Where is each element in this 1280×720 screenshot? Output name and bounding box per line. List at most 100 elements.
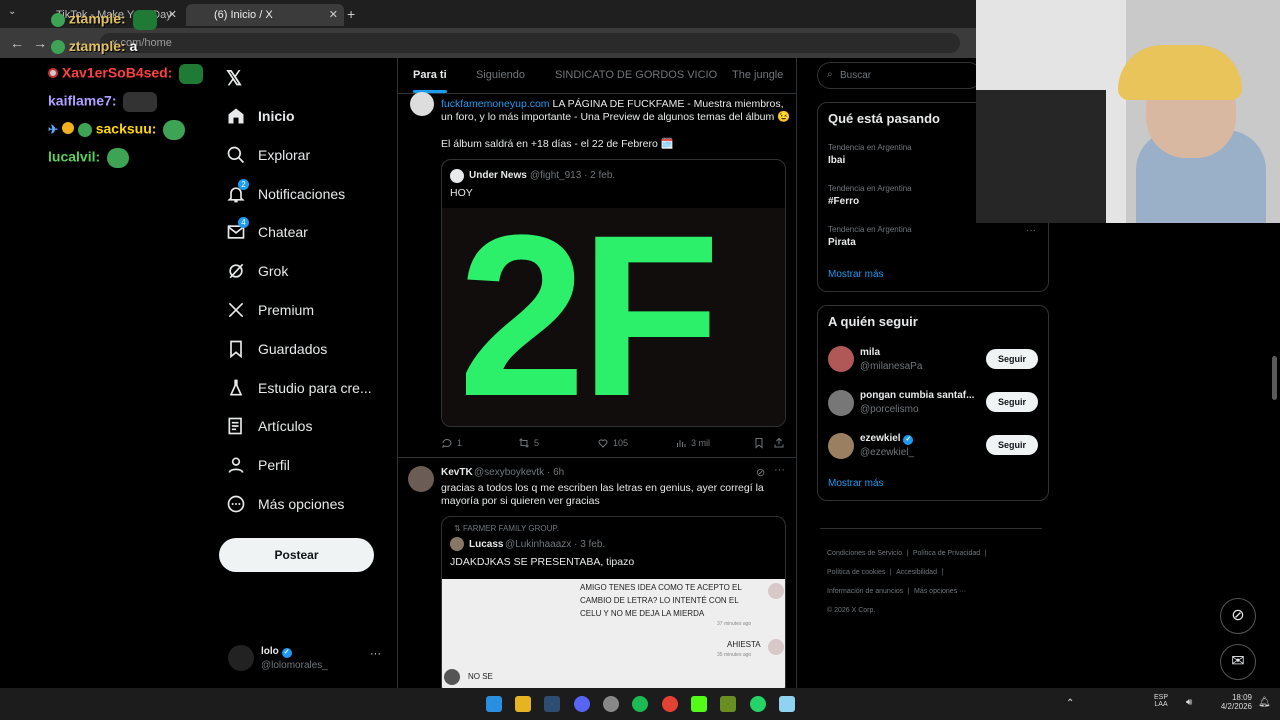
trend-item[interactable]: Tendencia en Argentina Pirata (828, 225, 1040, 248)
chevron-up-icon[interactable]: ⌃ (1066, 698, 1074, 709)
file-explorer-icon[interactable] (515, 696, 531, 712)
notepad-icon[interactable] (779, 696, 795, 712)
spotify-icon[interactable] (632, 696, 648, 712)
show-more-link[interactable]: Mostrar más (828, 269, 884, 280)
volume-icon[interactable]: 🔊︎ (1186, 697, 1192, 708)
emote-icon (107, 148, 130, 168)
avatar[interactable] (828, 433, 854, 459)
chrome-icon[interactable] (662, 696, 678, 712)
follow-button[interactable]: Seguir (986, 435, 1038, 455)
sidebar-item-chatear[interactable]: 4 Chatear (226, 217, 308, 245)
avatar (444, 669, 460, 685)
heart-icon (598, 439, 608, 448)
sidebar-item-guardados[interactable]: Guardados (226, 336, 327, 362)
url-field[interactable]: x.com/home (100, 33, 960, 53)
search-bar[interactable]: ⌕ Buscar (817, 62, 982, 89)
avatar[interactable] (828, 390, 854, 416)
emote-icon (51, 13, 65, 27)
grok-icon[interactable]: ⊘ (756, 466, 765, 479)
bookmark-icon (230, 340, 242, 359)
more-icon[interactable]: ··· (1026, 225, 1036, 236)
sidebar-item-inicio[interactable]: Inicio (226, 103, 295, 129)
post-image[interactable]: 2F (442, 201, 785, 426)
x-logo-icon[interactable]: 𝕏 (226, 66, 242, 91)
footer-links: Condiciones de Servicio | Política de Pr… (827, 550, 987, 614)
tab-sindicato[interactable]: SINDICATO DE GORDOS VICIO (555, 69, 717, 81)
sidebar-item-premium[interactable]: Premium (226, 297, 314, 323)
steam-icon[interactable] (544, 696, 560, 712)
post-button[interactable]: Postear (219, 538, 374, 572)
search-icon: ⌕ (827, 69, 833, 80)
minecraft-icon[interactable] (720, 696, 736, 712)
sidebar-item-notificaciones[interactable]: 2 Notificaciones (226, 179, 345, 207)
context-label: ⇅ FARMER FAMILY GROUP. (454, 524, 559, 533)
webcam-beanie (1118, 45, 1242, 100)
avatar[interactable] (408, 466, 434, 492)
verified-icon: ✓ (903, 435, 914, 445)
timeline: Para ti Siguiendo SINDICATO DE GORDOS VI… (397, 58, 797, 688)
sidebar-item-explorar[interactable]: Explorar (226, 142, 310, 168)
notification-icon[interactable]: 🔔︎ (1258, 697, 1271, 708)
forward-button[interactable]: → (33, 35, 47, 51)
avatar[interactable] (828, 346, 854, 372)
obs-icon[interactable] (603, 696, 619, 712)
notification-badge: 2 (238, 179, 249, 190)
follow-button[interactable]: Seguir (986, 392, 1038, 412)
language-indicator[interactable]: ESP LAA (1154, 694, 1168, 708)
show-more-link[interactable]: Mostrar más (828, 478, 884, 489)
post-image[interactable]: AMIGO TENES IDEA COMO TE ACEPTO EL CAMBI… (442, 579, 785, 688)
grok-icon: ⊘ (1231, 607, 1245, 624)
quoted-post[interactable]: ⇅ FARMER FAMILY GROUP. Lucass @Lukinhaaa… (441, 516, 786, 688)
more-icon[interactable]: ··· (370, 648, 381, 660)
views-button[interactable]: 3 mil (675, 437, 710, 449)
like-button[interactable]: 105 (597, 437, 628, 449)
back-button[interactable]: ← (10, 35, 24, 51)
sidebar-item-estudio[interactable]: Estudio para cre... (226, 375, 372, 401)
tab-x-home[interactable]: (6) Inicio / X ✕ (186, 4, 344, 26)
avatar[interactable] (410, 92, 434, 116)
follow-name[interactable]: ezewkiel ✓ (860, 433, 914, 445)
follow-button[interactable]: Seguir (986, 349, 1038, 369)
who-to-follow-card: A quién seguir mila @milanesaPa Seguir p… (817, 305, 1049, 501)
clock[interactable]: 18:09 4/2/2026 (1216, 693, 1252, 711)
share-button[interactable] (773, 437, 789, 449)
article-icon (228, 417, 242, 435)
tab-siguiendo[interactable]: Siguiendo (476, 69, 525, 81)
chat-line: kaiflame7: (48, 92, 158, 112)
new-tab-button[interactable]: + (347, 6, 355, 22)
home-icon (228, 108, 244, 124)
repost-icon (519, 438, 529, 448)
quoted-post[interactable]: Under News @fight_913 · 2 feb. HOY 2F (441, 159, 786, 427)
emote-icon (179, 64, 204, 84)
windows-start-icon[interactable] (486, 696, 502, 712)
more-icon[interactable]: ··· (774, 464, 785, 476)
grok-button[interactable]: ⊘ (1220, 598, 1256, 634)
discord-icon[interactable] (574, 696, 590, 712)
webcam-overlay (976, 0, 1280, 223)
chat-line: ztample: (48, 10, 157, 30)
grok-icon (229, 263, 244, 279)
messages-button[interactable]: ✉ (1220, 644, 1256, 680)
tab-menu-button[interactable]: ⌄ (8, 6, 16, 17)
scrollbar[interactable] (1272, 356, 1277, 400)
post-link[interactable]: fuckfamemoneyup.com (441, 98, 550, 110)
taskbar: ⌃ ESP LAA 🔊︎ 18:09 4/2/2026 🔔︎ (0, 688, 1280, 720)
whatsapp-icon[interactable] (750, 696, 766, 712)
close-icon[interactable]: ✕ (329, 8, 338, 21)
kick-icon[interactable] (691, 696, 707, 712)
sidebar-item-articulos[interactable]: Artículos (226, 413, 312, 439)
chat-line: ztample: a (48, 38, 137, 55)
sidebar-item-grok[interactable]: Grok (226, 258, 288, 284)
bookmark-button[interactable] (753, 437, 769, 449)
reply-button[interactable]: 1 (441, 437, 462, 449)
share-icon (774, 437, 784, 448)
sidebar-item-mas-opciones[interactable]: Más opciones (226, 491, 344, 517)
tab-the-jungle[interactable]: The jungle (732, 69, 783, 81)
search-icon (227, 146, 245, 164)
bookmark-icon (755, 438, 763, 449)
repost-button[interactable]: 5 (518, 437, 539, 449)
close-icon[interactable]: ✕ (168, 8, 177, 21)
sidebar-item-perfil[interactable]: Perfil (226, 452, 290, 478)
emoji-icon (61, 121, 74, 134)
tab-para-ti[interactable]: Para ti (413, 69, 447, 81)
